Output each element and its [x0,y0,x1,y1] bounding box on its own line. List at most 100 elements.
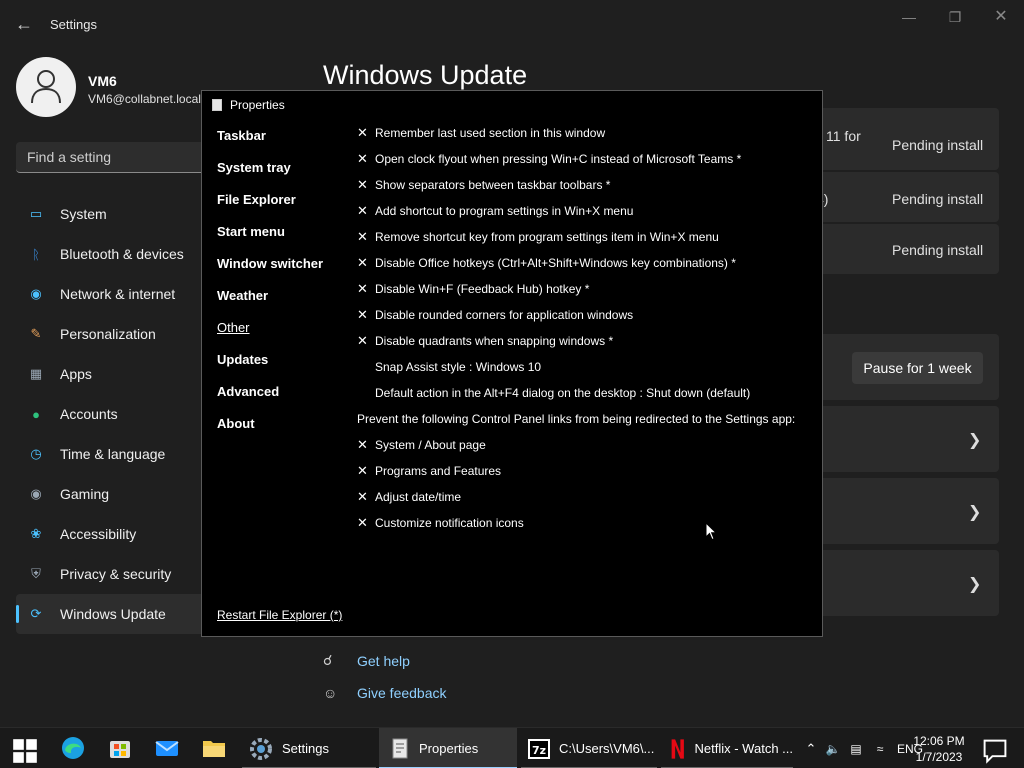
feedback-icon: ☺ [323,685,338,701]
update-item[interactable]: Pending install [822,224,999,274]
globe-clock-icon: ◷ [30,446,42,461]
update-item[interactable]: 4) Pending install [816,172,999,222]
option-item[interactable]: ✕ Add shortcut to program settings in Win… [357,203,817,229]
section-weather[interactable]: Weather [217,288,323,320]
clock-date: 1/7/2023 [915,750,963,764]
sidebar-item-system[interactable]: ▭ System [16,194,206,234]
search-input[interactable]: Find a setting [16,142,206,173]
store-icon[interactable] [107,735,133,761]
mail-icon[interactable] [154,735,180,761]
taskbar-app-netflix[interactable]: Netflix - Watch ... [661,728,793,768]
sidebar-nav: ▭ System ᚱ Bluetooth & devices ◉ Network & in… [16,194,206,634]
sidebar-item-windows-update[interactable]: ⟳ Windows Update [16,594,206,634]
help-icon: ☌ [323,652,333,668]
notification-icon[interactable] [982,738,1008,764]
back-arrow-icon[interactable]: ← [12,12,36,36]
update-item[interactable]: 11 for Pending install [822,108,999,170]
sidebar-item-network-internet[interactable]: ◉ Network & internet [16,274,206,314]
chevron-right-icon: ❯ [968,432,982,449]
option-item[interactable]: ✕ Disable quadrants when snapping windows… [357,333,817,359]
option-item[interactable]: ✕ Show separators between taskbar toolbar… [357,177,817,203]
taskbar-app-settings[interactable]: Settings [242,728,376,768]
section-list: Taskbar System tray File Explorer Start men… [217,128,323,448]
option-item[interactable]: ✕ Adjust date/time [357,489,817,515]
options-heading: Prevent the following Control Panel link… [357,411,817,437]
chevron-up-icon[interactable]: ⌃ [803,741,819,757]
give-feedback-link[interactable]: Give feedback [357,685,447,701]
section-updates[interactable]: Updates [217,352,323,384]
sidebar-item-label: Time & language [60,446,166,462]
clock[interactable]: 12:06 PM 1/7/2023 [910,733,968,765]
check-mark-icon: ✕ [357,281,368,296]
properties-doc-icon [392,738,408,758]
option-item[interactable]: ✕ Remove shortcut key from program settin… [357,229,817,255]
sidebar-item-accounts[interactable]: ● Accounts [16,394,206,434]
option-item[interactable]: ✕ Remember last used section in this wind… [357,125,817,151]
get-help-row[interactable]: ☌ Get help [323,652,410,669]
chevron-right-icon: ❯ [968,576,982,593]
section-file-explorer[interactable]: File Explorer [217,192,323,224]
person-icon [31,70,61,104]
properties-doc-icon [212,99,222,111]
sidebar-item-privacy-security[interactable]: ⛨ Privacy & security [16,554,206,594]
sidebar-item-label: Apps [60,366,92,382]
update-title-fragment: 11 for [826,128,861,144]
sidebar-item-apps[interactable]: ▦ Apps [16,354,206,394]
option-label: Prevent the following Control Panel link… [357,412,796,426]
settings-titlebar: ← Settings — ❐ ✕ [0,0,1024,46]
check-mark-icon: ✕ [357,515,368,530]
speaker-icon[interactable]: 🔈 [823,742,843,756]
section-taskbar[interactable]: Taskbar [217,128,323,160]
taskbar-app-7zip[interactable]: 7z C:\Users\VM6\... [521,728,657,768]
option-item[interactable]: Snap Assist style : Windows 10 [357,359,817,385]
taskbar-app-label: Settings [282,741,329,756]
restart-explorer-link[interactable]: Restart File Explorer (*) [217,608,342,622]
option-item[interactable]: ✕ Customize notification icons [357,515,817,541]
clock-time: 12:06 PM [913,734,965,748]
section-other[interactable]: Other [217,320,323,352]
check-mark-icon: ✕ [357,333,368,348]
option-item[interactable]: ✕ Disable Win+F (Feedback Hub) hotkey * [357,281,817,307]
section-about[interactable]: About [217,416,323,448]
option-item[interactable]: ✕ Programs and Features [357,463,817,489]
update-status: Pending install [892,242,984,258]
sidebar-item-time-language[interactable]: ◷ Time & language [16,434,206,474]
gamepad-icon: ◉ [30,486,42,501]
option-label: Programs and Features [375,464,502,478]
section-system-tray[interactable]: System tray [217,160,323,192]
properties-dialog: Properties Taskbar System tray File Explor… [201,90,823,637]
give-feedback-row[interactable]: ☺ Give feedback [323,685,447,701]
edge-browser-icon[interactable] [60,735,86,761]
option-item[interactable]: ✕ Open clock flyout when pressing Win+C i… [357,151,817,177]
windows-start-icon[interactable] [12,738,38,764]
sidebar-item-bluetooth-devices[interactable]: ᚱ Bluetooth & devices [16,234,206,274]
section-advanced[interactable]: Advanced [217,384,323,416]
option-label: Snap Assist style : Windows 10 [375,360,542,374]
taskbar-app-properties[interactable]: Properties [379,728,517,768]
option-item[interactable]: Default action in the Alt+F4 dialog on t… [357,385,817,411]
wifi-icon[interactable]: ≈ [869,742,891,756]
option-item[interactable]: ✕ System / About page [357,437,817,463]
sidebar-item-gaming[interactable]: ◉ Gaming [16,474,206,514]
check-mark-icon: ✕ [357,255,368,270]
user-profile[interactable]: VM6 VM6@collabnet.local [16,57,206,117]
option-label: Add shortcut to program settings in Win+… [375,204,634,218]
taskbar-app-label: Properties [419,741,479,756]
option-item[interactable]: ✕ Disable rounded corners for application… [357,307,817,333]
maximize-icon[interactable]: ❐ [935,6,975,28]
pause-button[interactable]: Pause for 1 week [852,352,983,384]
section-start-menu[interactable]: Start menu [217,224,323,256]
close-icon[interactable]: ✕ [981,6,1021,28]
get-help-link[interactable]: Get help [357,653,410,669]
option-label: Remove shortcut key from program setting… [375,230,719,244]
file-explorer-icon[interactable] [201,735,227,761]
update-status: Pending install [892,137,984,153]
apps-icon: ▦ [29,366,43,381]
section-window-switcher[interactable]: Window switcher [217,256,323,288]
minimize-icon[interactable]: — [889,6,929,28]
option-item[interactable]: ✕ Disable Office hotkeys (Ctrl+Alt+Shift+… [357,255,817,281]
sidebar-item-accessibility[interactable]: ❀ Accessibility [16,514,206,554]
option-label: Customize notification icons [375,516,524,530]
sidebar-item-personalization[interactable]: ✎ Personalization [16,314,206,354]
network-icon[interactable]: ▤ [846,742,866,756]
